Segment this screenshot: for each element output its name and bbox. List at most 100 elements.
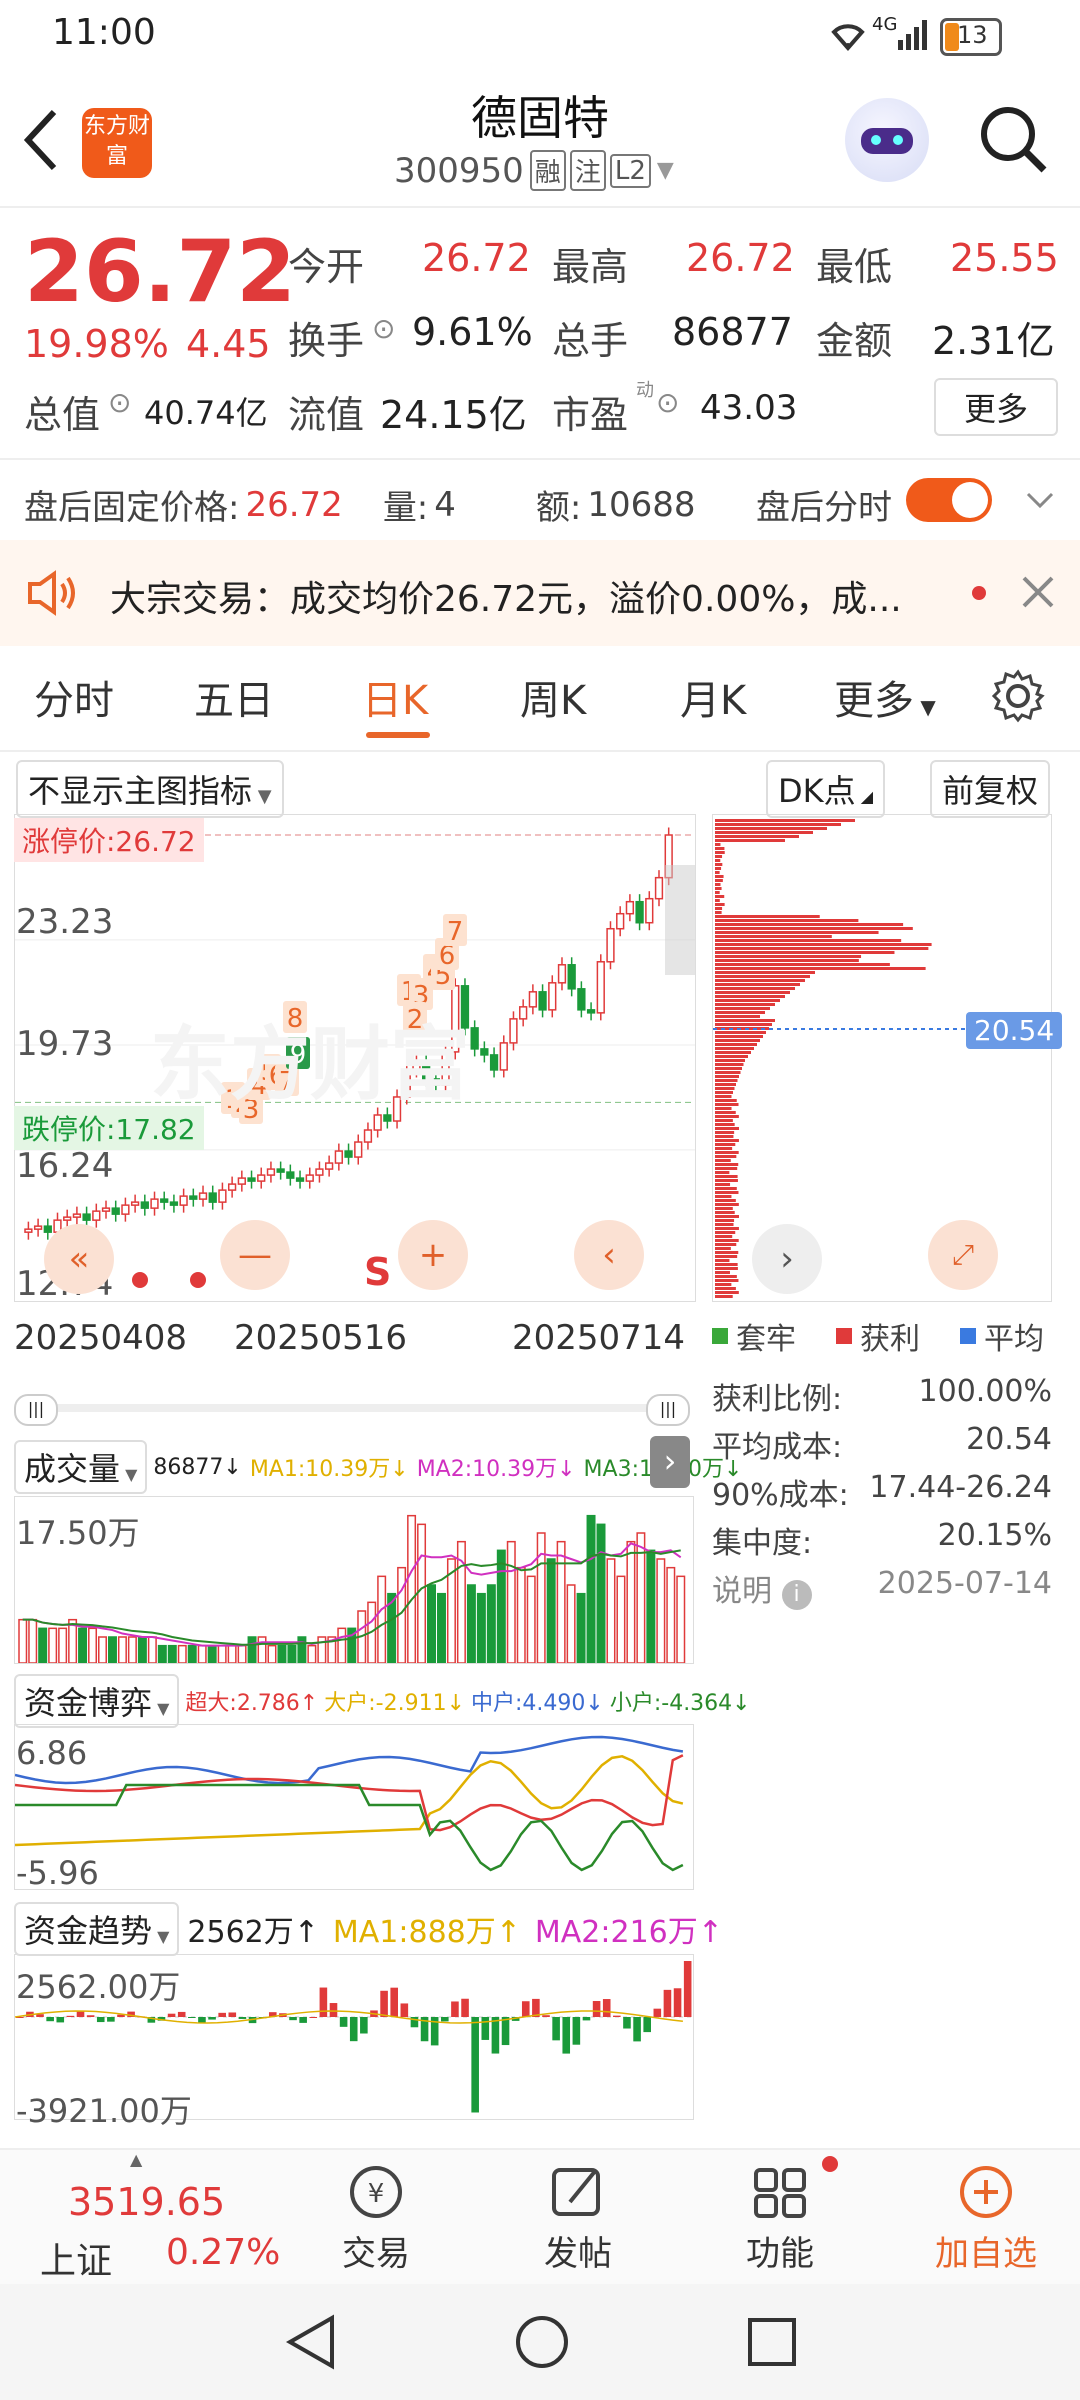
scroll-right-button[interactable]: › (752, 1224, 822, 1294)
slider-handle-left[interactable]: ||| (14, 1394, 58, 1426)
candle-body (297, 1178, 304, 1181)
slider-handle-right[interactable]: ||| (646, 1394, 690, 1426)
nav-home-icon[interactable] (514, 2314, 570, 2374)
signal-icon (896, 18, 930, 56)
tab-weekly-k[interactable]: 周K (520, 668, 586, 726)
y-tick: 23.23 (16, 902, 113, 942)
fund-line (15, 1756, 683, 1845)
assistant-avatar[interactable] (845, 98, 929, 182)
candle-body (190, 1196, 197, 1199)
adjust-button[interactable]: 前复权 (930, 760, 1050, 818)
explain-link[interactable]: 说明 i (712, 1566, 812, 1614)
volume-bar (179, 1646, 186, 1663)
back-icon[interactable] (22, 108, 62, 176)
afterhours-toggle[interactable] (906, 478, 992, 522)
tab-daily-k[interactable]: 日K (362, 668, 428, 726)
trend-bar (188, 2017, 196, 2018)
candle-body (122, 1205, 129, 1214)
info-icon[interactable]: ⊙ (656, 386, 679, 419)
chip-bar (715, 827, 827, 830)
chip-bar (715, 1111, 736, 1114)
volume-bar (527, 1576, 534, 1663)
chip-bar (715, 1075, 739, 1078)
indicator-select-label: 不显示主图指标 (28, 772, 252, 810)
zoom-in-button[interactable]: + (398, 1220, 468, 1290)
chip-bar (715, 1143, 735, 1146)
chip-bar (715, 1267, 738, 1270)
scroll-left-button[interactable]: ‹ (574, 1220, 644, 1290)
volume-bar (139, 1637, 146, 1663)
nav-recents-icon[interactable] (746, 2316, 798, 2372)
volume-bar (338, 1628, 345, 1663)
candle-body (529, 992, 536, 1007)
volume-bar (109, 1637, 116, 1663)
legend-swatch-avg (960, 1328, 976, 1344)
chip-bar (715, 1171, 729, 1174)
chip-bar (715, 1151, 739, 1154)
app-logo: 东方财富 (82, 108, 152, 178)
index-change[interactable]: 0.27% (166, 2232, 280, 2273)
zoom-out-button[interactable]: — (220, 1220, 290, 1290)
volume-bar (99, 1637, 106, 1663)
volume-bar (597, 1524, 604, 1663)
trade-button[interactable]: ¥ 交易 (338, 2162, 414, 2275)
tab-monthly-k[interactable]: 月K (680, 668, 746, 726)
index-name[interactable]: 上证 (40, 2232, 112, 2284)
collapse-panel-button[interactable]: › (650, 1436, 690, 1488)
double-left-icon: « (69, 1239, 90, 1279)
tab-more[interactable]: 更多 ▼ (834, 668, 936, 726)
fund-chart[interactable] (14, 1724, 694, 1890)
chip-bar (715, 1283, 731, 1286)
caret-down-icon: ▼ (152, 1699, 169, 1718)
chip-bar (715, 1239, 739, 1242)
scroll-left-fast-button[interactable]: « (44, 1224, 114, 1294)
amount-value: 2.31亿 (932, 310, 1055, 365)
more-button[interactable]: 更多 (934, 378, 1058, 436)
candle-body (510, 1019, 517, 1043)
expand-button[interactable]: ⤢ (928, 1220, 998, 1290)
post-button[interactable]: 发帖 (540, 2162, 616, 2275)
search-icon[interactable] (978, 104, 1050, 180)
volume-bar (547, 1559, 554, 1663)
add-watchlist-button[interactable]: 加自选 (926, 2162, 1046, 2275)
trend-bar (522, 2001, 530, 2017)
chip-bar (715, 1219, 734, 1222)
fund-select[interactable]: 资金博弈 ▼ (14, 1674, 179, 1728)
chip-bar (715, 1099, 737, 1102)
info-icon[interactable]: ⊙ (108, 386, 131, 419)
chip-bar (715, 1191, 738, 1194)
trend-bar (492, 2017, 500, 2054)
trend-ma1: MA1:888万↑ (333, 1907, 521, 1951)
caret-icon: ◢ (856, 787, 873, 806)
indicator-select[interactable]: 不显示主图指标 ▼ (16, 760, 284, 818)
index-value[interactable]: 3519.65 (68, 2180, 225, 2224)
tab-5day[interactable]: 五日 (194, 668, 274, 726)
chip-bar (715, 1135, 733, 1138)
low-value: 25.55 (950, 236, 1059, 280)
volume-bar (308, 1646, 315, 1663)
legend-avg: 平均 (984, 1314, 1044, 1358)
tab-timeshare[interactable]: 分时 (34, 668, 114, 726)
plus-icon: + (419, 1235, 448, 1275)
trend-bar (613, 2016, 621, 2017)
gear-icon[interactable] (990, 668, 1046, 728)
volume-label: 总手 (552, 310, 628, 365)
candle-body (238, 1178, 245, 1184)
dk-button[interactable]: DK点 ◢ (766, 760, 885, 818)
stat-row: 获利比例: 100.00% (712, 1374, 1052, 1422)
info-icon[interactable]: ⊙ (372, 312, 395, 345)
volume-select[interactable]: 成交量 ▼ (14, 1440, 147, 1494)
caret-down-icon[interactable]: ▼ (657, 158, 674, 183)
functions-button[interactable]: 功能 (742, 2162, 818, 2275)
trend-select[interactable]: 资金趋势 ▼ (14, 1902, 179, 1956)
close-icon[interactable] (1020, 574, 1056, 614)
unread-dot (972, 586, 986, 600)
trend-bar (198, 2017, 206, 2023)
nav-back-icon[interactable] (284, 2314, 338, 2374)
range-slider[interactable]: ||| ||| (14, 1394, 690, 1422)
notice-bar[interactable]: 大宗交易：成交均价26.72元，溢价0.00%，成... (0, 540, 1080, 646)
trend-bar (674, 1988, 682, 2017)
chip-distribution[interactable] (712, 814, 1052, 1302)
chevron-down-icon[interactable] (1022, 482, 1058, 522)
candle-body (35, 1226, 42, 1229)
